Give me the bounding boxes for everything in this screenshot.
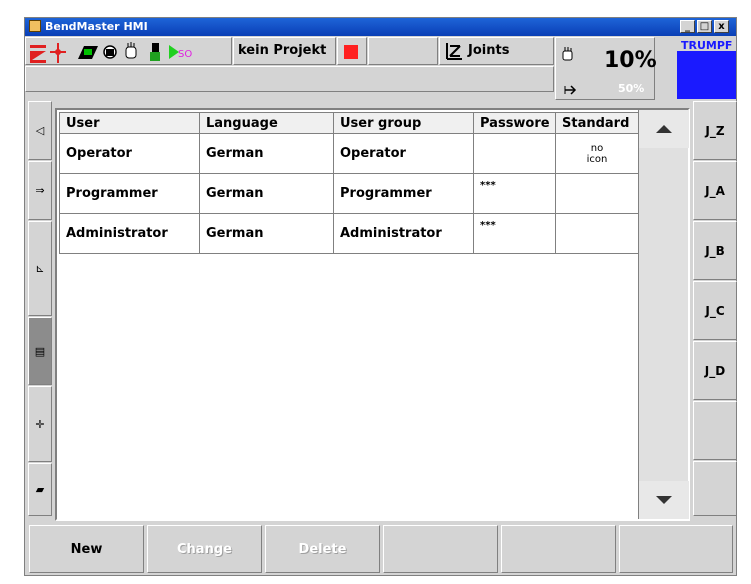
rail-auto-button[interactable]: ⇒ (28, 161, 52, 220)
back-arrow-icon: ◁ (35, 124, 45, 137)
axis-icon (50, 43, 66, 63)
table-row[interactable]: Operator German Operator no icon (59, 133, 639, 174)
auto-arrow-icon: ⇒ (35, 184, 45, 197)
brand-name: TRUMPF (681, 39, 733, 52)
cell-standard: no icon (555, 133, 639, 174)
col-standard[interactable]: Standard (555, 112, 639, 134)
joint-button-empty[interactable] (693, 461, 737, 516)
joints-icon (446, 43, 462, 60)
tool-icon (78, 46, 98, 59)
coordinates-icon: ⊾ (35, 262, 45, 275)
press-small-icon: ▰ (35, 483, 45, 496)
rail-press-button[interactable]: ▰ (28, 463, 52, 516)
scroll-up-button[interactable] (639, 110, 689, 148)
cell-group: Programmer (333, 173, 474, 214)
cell-group: Administrator (333, 213, 474, 254)
joint-rail: J_Z J_A J_B J_C J_D (693, 101, 737, 516)
cell-user: Administrator (59, 213, 200, 254)
chevron-up-icon (656, 125, 672, 133)
project-field[interactable]: kein Projekt (233, 37, 336, 65)
window-title: BendMaster HMI (45, 20, 148, 33)
gripper-icon (103, 45, 117, 59)
cell-password: *** (473, 173, 556, 214)
table-row[interactable]: Administrator German Administrator *** (59, 213, 639, 254)
user-table: User Language User group Passwore Standa… (59, 112, 639, 254)
table-row[interactable]: Programmer German Programmer *** (59, 173, 639, 214)
axis-small-icon: ✛ (35, 417, 45, 431)
machine-icons-panel: SO (25, 37, 232, 65)
joint-button-z[interactable]: J_Z (693, 101, 737, 160)
new-button[interactable]: New (29, 525, 144, 573)
cell-language: German (199, 173, 334, 214)
col-user-group[interactable]: User group (333, 112, 474, 134)
delete-button[interactable]: Delete (265, 525, 380, 573)
hand-mode-icon (562, 47, 573, 61)
title-bar: BendMaster HMI _ □ x (25, 18, 736, 36)
joint-button-empty[interactable] (693, 401, 737, 460)
message-line (25, 66, 554, 92)
mode-selector[interactable]: Joints (439, 37, 554, 65)
col-password[interactable]: Passwore (473, 112, 556, 134)
speed-value: 10% (604, 48, 657, 73)
rail-coordinates-button[interactable]: ⊾ (28, 221, 52, 316)
cell-password: *** (473, 213, 556, 254)
rail-back-button[interactable]: ◁ (28, 101, 52, 160)
machine-status-icons: SO (30, 42, 192, 63)
auto-mode-icon (564, 85, 577, 95)
hand-icon (125, 42, 137, 59)
cell-group: Operator (333, 133, 474, 174)
left-tool-rail: ◁ ⇒ ⊾ ▤ ✛ ▰ (28, 101, 52, 516)
press-icon (30, 45, 46, 63)
joint-button-b[interactable]: J_B (693, 221, 737, 280)
svg-text:SO: SO (178, 49, 192, 60)
scroll-down-button[interactable] (639, 481, 689, 519)
table-header-row: User Language User group Passwore Standa… (59, 112, 639, 134)
status-toolbar: SO kein Projekt Joints 10% 50% TRUMPF (25, 37, 736, 100)
col-language[interactable]: Language (199, 112, 334, 134)
close-button[interactable]: x (714, 20, 729, 33)
mode-label: Joints (468, 43, 510, 58)
user-table-panel: User Language User group Passwore Standa… (55, 108, 690, 521)
empty-softkey[interactable] (383, 525, 498, 573)
change-button[interactable]: Change (147, 525, 262, 573)
stop-icon (344, 45, 358, 59)
spacer-cell (368, 37, 438, 65)
cell-user: Operator (59, 133, 200, 174)
maximize-button[interactable]: □ (697, 20, 712, 33)
no-icon-label: no icon (586, 142, 608, 165)
brand-logo: TRUMPF (677, 37, 736, 99)
empty-softkey[interactable] (501, 525, 616, 573)
col-user[interactable]: User (59, 112, 200, 134)
project-label: kein Projekt (238, 43, 327, 58)
speed-panel: 10% 50% (555, 37, 657, 100)
stop-button[interactable] (337, 37, 367, 65)
cell-language: German (199, 133, 334, 174)
cell-standard (555, 173, 639, 214)
chevron-down-icon (656, 496, 672, 504)
cell-language: German (199, 213, 334, 254)
app-icon (29, 20, 41, 32)
cell-standard (555, 213, 639, 254)
joint-button-a[interactable]: J_A (693, 161, 737, 220)
table-scrollbar[interactable] (638, 110, 689, 519)
cell-user: Programmer (59, 173, 200, 214)
empty-softkey[interactable] (619, 525, 733, 573)
cell-password (473, 133, 556, 174)
program-icon: SO (169, 45, 192, 60)
minimize-button[interactable]: _ (680, 20, 695, 33)
hmi-window: BendMaster HMI _ □ x SO kein Projekt Joi… (24, 17, 737, 576)
rail-axis-button[interactable]: ✛ (28, 386, 52, 462)
bottom-button-bar: New Change Delete (25, 521, 736, 575)
speed-secondary-value: 50% (618, 82, 645, 95)
joint-button-c[interactable]: J_C (693, 281, 737, 340)
list-icon: ▤ (34, 344, 46, 358)
rail-users-button[interactable]: ▤ (28, 317, 52, 385)
robot-icon (150, 43, 160, 61)
joint-button-d[interactable]: J_D (693, 341, 737, 400)
